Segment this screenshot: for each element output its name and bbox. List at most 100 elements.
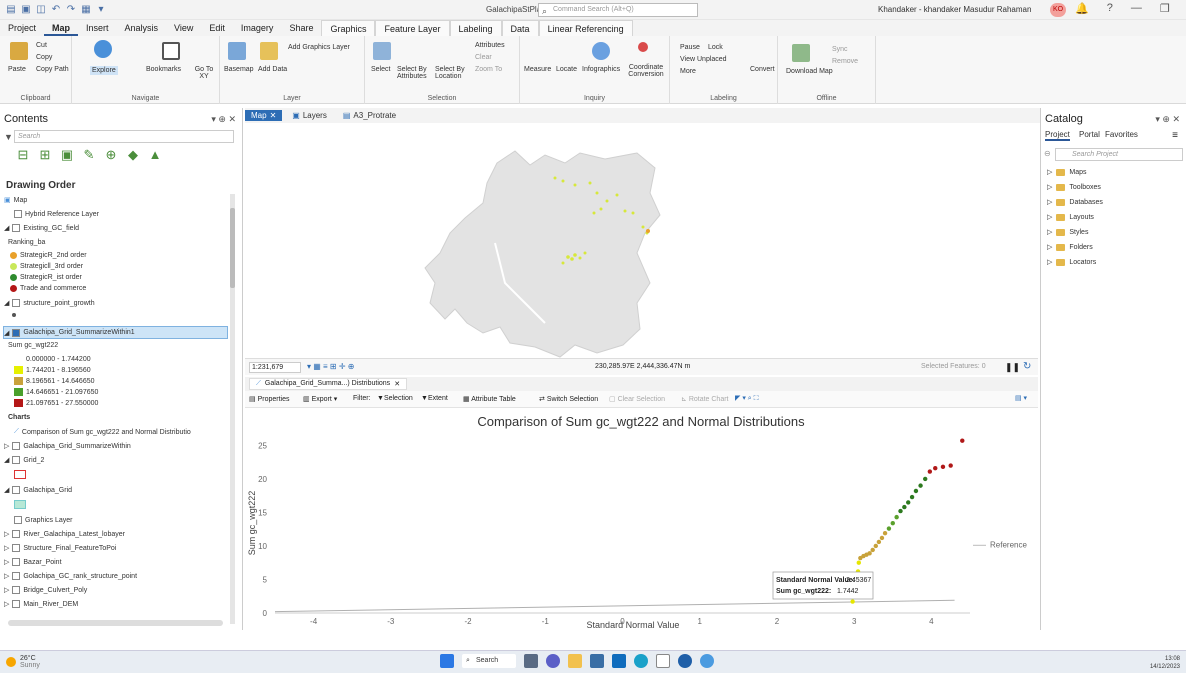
tab-graphics[interactable]: Graphics: [321, 20, 376, 36]
tab-edit[interactable]: Edit: [201, 20, 233, 36]
visibility-checkbox[interactable]: [12, 600, 21, 608]
tab-map[interactable]: Map: [44, 20, 79, 36]
sync-button[interactable]: Sync: [832, 46, 848, 53]
catalog-item-folders[interactable]: ▷ Folders: [1047, 243, 1093, 251]
arcgis-pro-icon[interactable]: [700, 654, 714, 668]
visibility-checkbox[interactable]: [12, 530, 21, 538]
list-by-labeling-icon[interactable]: ◆: [126, 148, 140, 162]
expand-icon[interactable]: ▷: [4, 530, 9, 538]
map-view[interactable]: [245, 123, 1038, 358]
catalog-tab-project[interactable]: Project: [1045, 130, 1070, 141]
undo-icon[interactable]: ↶: [51, 4, 61, 15]
layer-item-gc-rank[interactable]: ▷ Golachipa_GC_rank_structure_point: [4, 572, 137, 580]
contents-scroll-thumb[interactable]: [230, 208, 235, 288]
close-tab-icon[interactable]: ✕: [394, 380, 400, 388]
tab-labeling[interactable]: Labeling: [449, 20, 502, 36]
chart-layout-menu[interactable]: ▤ ▾: [1015, 394, 1027, 402]
add-data-button[interactable]: Add Data: [258, 66, 287, 73]
catalog-item-layouts[interactable]: ▷ Layouts: [1047, 213, 1094, 221]
bookmarks-button[interactable]: Bookmarks: [146, 66, 181, 73]
visibility-checkbox[interactable]: [12, 486, 21, 494]
catalog-tab-favorites[interactable]: Favorites: [1105, 130, 1138, 139]
select-by-attributes-button[interactable]: Select By Attributes: [397, 66, 433, 80]
expand-icon[interactable]: ▷: [1047, 258, 1052, 266]
expand-icon[interactable]: ▷: [1047, 228, 1052, 236]
catalog-item-locators[interactable]: ▷ Locators: [1047, 258, 1096, 266]
visibility-checkbox[interactable]: [12, 586, 21, 594]
contents-horizontal-scrollbar[interactable]: [8, 620, 223, 626]
expand-icon[interactable]: ◢: [4, 299, 9, 307]
visibility-checkbox[interactable]: [12, 442, 21, 450]
store-icon[interactable]: [590, 654, 604, 668]
layer-item-hybrid[interactable]: Hybrid Reference Layer: [14, 210, 99, 218]
layer-item-structure[interactable]: ▷ Structure_Final_FeatureToPoi: [4, 544, 116, 552]
visibility-checkbox[interactable]: [12, 558, 21, 566]
expand-icon[interactable]: ▷: [4, 586, 9, 594]
expand-icon[interactable]: ◢: [4, 224, 9, 232]
tab-project[interactable]: Project: [0, 20, 44, 36]
visibility-checkbox[interactable]: [12, 328, 21, 337]
notifications-icon[interactable]: 🔔: [1075, 2, 1089, 15]
catalog-menu-icon[interactable]: ≡: [1172, 130, 1178, 141]
help-icon[interactable]: ?: [1107, 2, 1113, 15]
measure-button[interactable]: Measure: [524, 66, 551, 73]
tab-feature-layer[interactable]: Feature Layer: [375, 20, 450, 36]
user-avatar[interactable]: KO: [1050, 3, 1066, 17]
tab-analysis[interactable]: Analysis: [117, 20, 167, 36]
select-by-location-button[interactable]: Select By Location: [435, 66, 471, 80]
visibility-checkbox[interactable]: [12, 224, 21, 232]
back-icon[interactable]: ⊖: [1044, 149, 1051, 158]
clear-selection-button[interactable]: ▢ Clear Selection: [609, 395, 665, 403]
expand-icon[interactable]: ▷: [1047, 168, 1052, 176]
visibility-checkbox[interactable]: [12, 572, 21, 580]
rotate-chart-button[interactable]: ⊾ Rotate Chart: [681, 395, 729, 403]
catalog-tab-portal[interactable]: Portal: [1079, 130, 1100, 139]
map-nav-tools[interactable]: ▾ ▦ ≡ ⊞ ✛ ⊕: [307, 362, 354, 371]
attribute-table-button[interactable]: ▦ Attribute Table: [463, 395, 516, 403]
list-by-snapping-icon[interactable]: ⊕: [104, 148, 118, 162]
list-by-selection-icon[interactable]: ▣: [60, 148, 74, 162]
selected-features-count[interactable]: Selected Features: 0: [921, 363, 986, 370]
chart-tab[interactable]: ⟋ Galachipa_Grid_Summa...) Distributions ✕: [249, 378, 408, 390]
copy-path-button[interactable]: Copy Path: [36, 66, 69, 73]
redo-icon[interactable]: ↷: [66, 4, 76, 15]
expand-icon[interactable]: ▷: [1047, 198, 1052, 206]
user-name[interactable]: Khandaker - khandaker Masudur Rahaman: [878, 5, 1031, 14]
tab-linear-referencing[interactable]: Linear Referencing: [538, 20, 633, 36]
weather-widget[interactable]: 26°C Sunny: [6, 655, 40, 669]
save-icon[interactable]: ◫: [36, 4, 46, 15]
expand-icon[interactable]: ▷: [1047, 213, 1052, 221]
basemap-button[interactable]: Basemap: [224, 66, 254, 73]
tab-data[interactable]: Data: [501, 20, 539, 36]
list-by-perspective-icon[interactable]: ▲: [148, 148, 162, 162]
switch-selection-button[interactable]: ⇄ Switch Selection: [539, 395, 598, 403]
refresh-icon[interactable]: ↻: [1023, 361, 1031, 372]
edge-icon[interactable]: [634, 654, 648, 668]
list-by-editing-icon[interactable]: ✎: [82, 148, 96, 162]
remove-button[interactable]: Remove: [832, 58, 858, 65]
clear-button[interactable]: Clear: [475, 54, 492, 61]
chart-item[interactable]: ⟋ Comparison of Sum gc_wgt222 and Normal …: [14, 428, 191, 436]
scale-dropdown[interactable]: 1:231,679: [249, 362, 301, 373]
expand-icon[interactable]: ▷: [1047, 183, 1052, 191]
more-button[interactable]: More: [680, 68, 696, 75]
teams-icon[interactable]: [546, 654, 560, 668]
catalog-search-input[interactable]: Search Project: [1055, 148, 1183, 161]
layer-item-river[interactable]: ▷ River_Galachipa_Latest_lobayer: [4, 530, 125, 538]
layer-item-summarize-within1[interactable]: ◢ Galachipa_Grid_SummarizeWithin1: [3, 326, 228, 339]
catalog-item-maps[interactable]: ▷ Maps: [1047, 168, 1087, 176]
layer-item-grid[interactable]: ◢ Galachipa_Grid: [4, 486, 72, 494]
layer-item-river-dem[interactable]: ▷ Main_River_DEM: [4, 600, 78, 608]
visibility-checkbox[interactable]: [12, 544, 21, 552]
view-unplaced-button[interactable]: View Unplaced: [680, 56, 727, 63]
locate-button[interactable]: Locate: [556, 66, 577, 73]
pause-button[interactable]: Pause: [680, 44, 700, 51]
catalog-item-styles[interactable]: ▷ Styles: [1047, 228, 1088, 236]
file-explorer-icon[interactable]: [568, 654, 582, 668]
coordinate-conversion-button[interactable]: Coordinate Conversion: [624, 64, 668, 78]
layer-item-bazar[interactable]: ▷ Bazar_Point: [4, 558, 62, 566]
export-button[interactable]: ▥ Export ▾: [303, 395, 337, 403]
chart-select-tools[interactable]: ◤ ▾ ⌕ ⛶: [735, 394, 759, 403]
add-graphics-layer-button[interactable]: Add Graphics Layer: [288, 44, 350, 51]
notepad-icon[interactable]: [656, 654, 670, 668]
